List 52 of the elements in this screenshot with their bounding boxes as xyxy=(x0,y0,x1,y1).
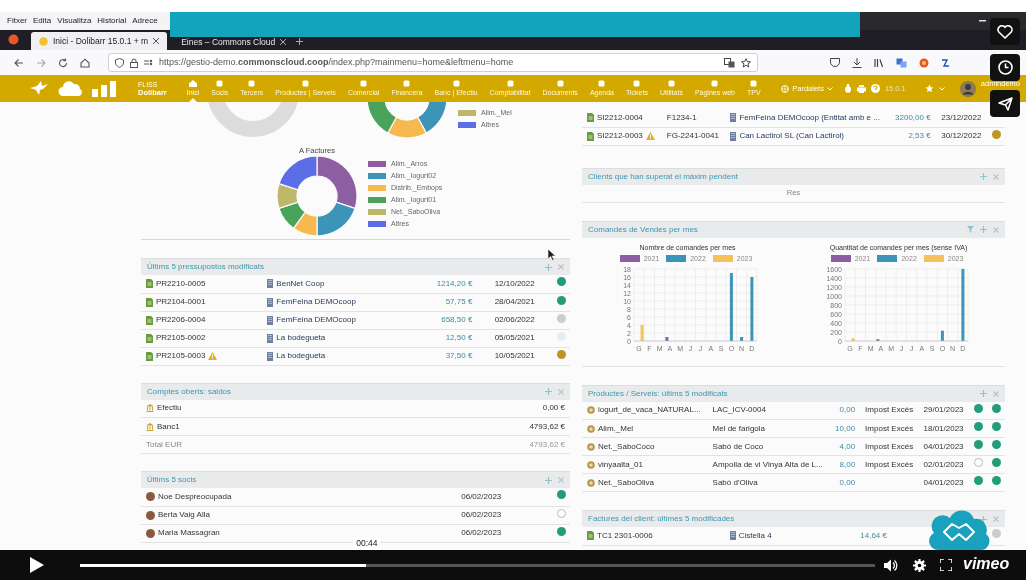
amount-text: 4793,62 € xyxy=(529,421,565,431)
panel-title: Clients que han superat el màxim pendent xyxy=(588,170,738,183)
cell-text: Impost Excés xyxy=(865,459,914,469)
panel-title: Productes / Serveis: últims 5 modificats xyxy=(588,387,728,400)
url-text: https://gestio-demo.commonscloud.coop/index.php?mainmenu=home&leftmenu=home xyxy=(159,55,514,69)
panel-title: Comptes oberts: saldos xyxy=(147,385,232,398)
amount-text: 3200,00 € xyxy=(895,112,931,122)
amount-text: 14,64 € xyxy=(860,530,887,540)
panel-title: Últims 5 pressupostos modificats xyxy=(147,261,264,273)
time-tooltip: 00:44 xyxy=(353,537,381,550)
date-text: 02/06/2022 xyxy=(494,315,535,324)
cell-text: Impost Excés xyxy=(865,405,914,415)
amount-text: 10,00 xyxy=(835,423,856,433)
amount-text: 0,00 € xyxy=(542,403,565,413)
date-text: 28/04/2021 xyxy=(494,297,535,306)
amount-text: 37,50 € xyxy=(445,351,473,360)
date-text: 10/05/2021 xyxy=(494,351,535,360)
total-label: Total EUR xyxy=(146,439,182,449)
date-text: 04/01/2023 xyxy=(923,477,964,487)
date-text: 23/12/2022 xyxy=(941,112,982,122)
amount-text: 1214,20 € xyxy=(436,278,473,288)
cell-text: FG-2241-0041 xyxy=(666,131,719,140)
date-text: 29/01/2023 xyxy=(923,405,964,415)
amount-text: 57,75 € xyxy=(445,297,473,306)
date-text: 05/05/2021 xyxy=(494,333,535,342)
date-text: 06/02/2023 xyxy=(461,528,502,537)
amount-text: 4,00 xyxy=(839,441,856,451)
date-text: 02/01/2023 xyxy=(923,459,964,469)
total-amount: 4793,62 € xyxy=(529,439,565,449)
amount-text: 12,50 € xyxy=(445,333,473,342)
cell-text: Impost Excés xyxy=(865,441,914,451)
amount-text: 0,00 xyxy=(839,477,856,487)
cell-text: Mel de farigola xyxy=(712,423,766,433)
cell-text: Impost Excés xyxy=(865,423,914,433)
panel-title: Últims 5 socis xyxy=(147,474,197,486)
amount-text: 8,00 xyxy=(839,459,856,469)
amount-text: 2,53 € xyxy=(908,131,931,140)
cell-text: F1234-1 xyxy=(666,112,697,122)
date-text: 06/02/2023 xyxy=(461,491,502,501)
amount-text: 658,50 € xyxy=(441,315,473,324)
panel-title: Comandes de Vendes per mes xyxy=(588,223,698,236)
panel-title: Factures del client: últimes 5 modificades xyxy=(588,513,735,525)
date-text: 04/01/2023 xyxy=(923,441,964,451)
date-text: 12/10/2022 xyxy=(494,278,535,288)
cell-text: Sabó d'Oliva xyxy=(712,477,758,487)
amount-text: 0,00 xyxy=(839,405,856,415)
date-text: 18/01/2023 xyxy=(923,423,964,433)
cell-text: Sabó de Coco xyxy=(712,441,764,451)
date-text: 30/12/2022 xyxy=(941,131,982,140)
cell-text: LAC_ICV-0004 xyxy=(712,405,766,415)
cell-text: Ampolla de vi Vinya Alta de L... xyxy=(712,459,823,469)
date-text: 06/02/2023 xyxy=(461,510,502,519)
